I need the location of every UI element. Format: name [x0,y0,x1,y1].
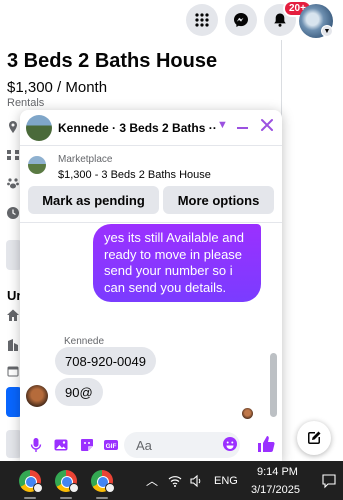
message-placeholder: Aa [136,438,152,453]
mark-as-pending-button[interactable]: Mark as pending [28,186,159,214]
taskbar: ︿ ENG 9:14 PM 3/17/2025 [0,461,343,500]
chevron-down-icon[interactable]: ▼ [217,119,228,131]
seen-indicator-avatar [242,408,253,419]
message-composer: GIF Aa [20,428,282,462]
chat-header[interactable]: Kennede · 3 Beds 2 Baths ··· ▼ [20,110,282,146]
clock-icon [7,207,19,219]
language-indicator[interactable]: ENG [214,475,238,487]
top-navigation: 20+ ▼ [0,0,343,40]
divider [20,222,282,223]
rooms-icon [7,150,19,160]
location-pin-icon [9,121,17,133]
app-active-indicator [96,497,108,499]
incoming-message: 90@ [55,378,103,406]
chevron-up-icon[interactable]: ︿ [146,472,158,489]
paw-icon [7,178,19,189]
calendar-icon [7,366,19,377]
menu-grid-button[interactable] [186,4,218,36]
app-active-indicator [60,497,72,499]
sticker-icon[interactable] [79,437,95,453]
listing-category: Rentals [7,97,45,109]
photo-icon[interactable] [53,437,69,453]
clock-time[interactable]: 9:14 PM [257,466,298,478]
close-icon[interactable] [259,117,275,133]
right-sidebar [281,40,343,460]
home-icon [7,309,19,321]
chat-thumbnail [26,115,52,141]
messenger-button[interactable] [225,4,257,36]
more-options-button[interactable]: More options [163,186,274,214]
wifi-icon[interactable] [168,474,182,488]
new-message-button[interactable] [297,421,331,455]
microphone-icon[interactable] [28,437,44,453]
volume-icon[interactable] [189,474,203,488]
marketplace-label: Marketplace [58,154,113,165]
incoming-message: 708-920-0049 [55,347,156,375]
gif-icon[interactable]: GIF [103,437,119,453]
message-input[interactable]: Aa [124,432,240,458]
clock-date[interactable]: 3/17/2025 [251,484,300,496]
emoji-icon[interactable] [222,436,238,452]
listing-title: 3 Beds 2 Baths House [7,50,218,72]
minimize-icon[interactable] [237,127,248,129]
messenger-icon [234,13,248,27]
grid-icon [195,13,209,27]
profile-badge [105,483,115,493]
chat-title[interactable]: Kennede · 3 Beds 2 Baths ··· [58,121,216,135]
chevron-down-icon[interactable]: ▼ [321,25,333,37]
listing-price: $1,300 / Month [7,79,108,96]
listing-thumbnail [28,156,46,174]
building-icon [8,339,18,351]
sender-name: Kennede [64,336,105,347]
compose-icon [308,431,321,444]
profile-badge [69,483,79,493]
app-active-indicator [24,497,36,499]
svg-text:GIF: GIF [106,443,117,450]
notification-center-icon[interactable] [321,473,337,489]
outgoing-message: yes its still Available and ready to mov… [93,224,261,302]
marketplace-item[interactable]: $1,300 - 3 Beds 2 Baths House [58,169,211,181]
chat-window: Kennede · 3 Beds 2 Baths ··· ▼ Marketpla… [20,110,282,462]
sender-avatar[interactable] [26,385,48,407]
thumbs-up-icon[interactable] [256,434,276,454]
profile-badge [33,483,43,493]
scrollbar-thumb[interactable] [270,353,277,417]
